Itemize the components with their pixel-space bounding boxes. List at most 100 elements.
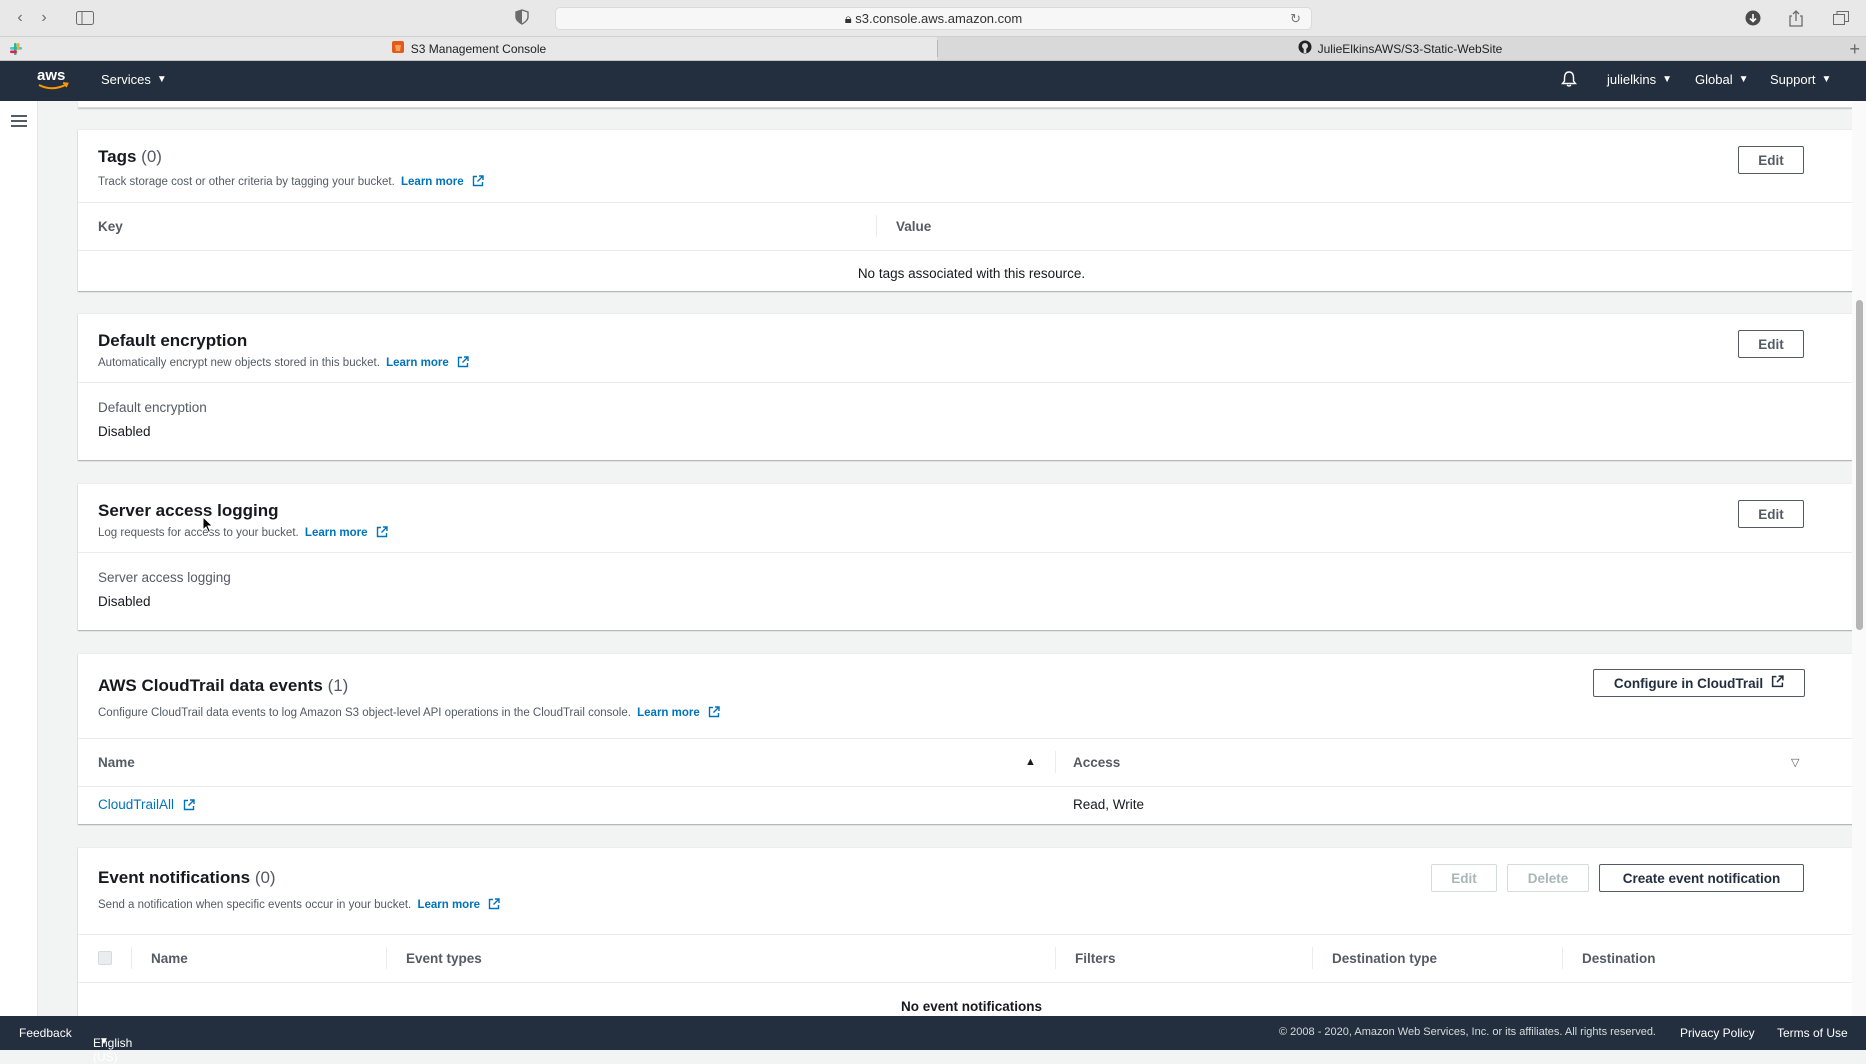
configure-cloudtrail-button[interactable]: Configure in CloudTrail (1593, 669, 1805, 697)
external-link-icon[interactable] (457, 356, 469, 368)
downloads-icon[interactable] (1740, 8, 1766, 28)
column-key[interactable]: Key (98, 202, 123, 250)
cloudtrail-card: AWS CloudTrail data events (1) Configure… (78, 654, 1858, 824)
button-label: Edit (1758, 152, 1784, 168)
tags-edit-button[interactable]: Edit (1738, 146, 1804, 174)
card-header: Server access logging Log requests for a… (78, 484, 1858, 553)
card-description: Configure CloudTrail data events to log … (98, 706, 720, 719)
slack-icon[interactable] (8, 41, 24, 57)
user-label: julielkins (1607, 72, 1657, 87)
encryption-edit-button[interactable]: Edit (1738, 330, 1804, 358)
column-name[interactable]: Name (151, 934, 188, 982)
description-text: Track storage cost or other criteria by … (98, 176, 395, 188)
cloudtrail-table-header: Name ▲ Access ▽ (78, 738, 1858, 787)
share-icon[interactable] (1783, 8, 1809, 28)
logging-edit-button[interactable]: Edit (1738, 500, 1804, 528)
description-text: Configure CloudTrail data events to log … (98, 707, 631, 719)
feedback-link[interactable]: Feedback (19, 1026, 72, 1040)
s3-favicon-icon (391, 40, 405, 57)
card-title: Tags (0) (98, 147, 162, 167)
event-notifications-card: Event notifications (0) Send a notificat… (78, 848, 1858, 1016)
reload-icon[interactable]: ↻ (1290, 8, 1301, 29)
button-label: Edit (1451, 870, 1477, 886)
back-icon[interactable]: ‹ (9, 8, 31, 28)
card-title: Default encryption (98, 331, 248, 350)
column-destination-type[interactable]: Destination type (1332, 934, 1437, 982)
count-text: (1) (327, 676, 349, 695)
button-label: Create event notification (1622, 870, 1781, 886)
sort-descending-icon[interactable]: ▽ (1791, 738, 1799, 786)
forward-icon[interactable]: › (33, 8, 55, 28)
lock-icon: 🔒︎ (844, 11, 856, 26)
learn-more-link[interactable]: Learn more (417, 899, 480, 911)
encryption-field-value: Disabled (98, 424, 151, 439)
create-event-notification-button[interactable]: Create event notification (1599, 864, 1804, 892)
external-link-icon[interactable] (472, 175, 484, 187)
notifications-bell-icon[interactable] (1560, 70, 1578, 88)
previous-card-edge (78, 101, 1858, 108)
column-value[interactable]: Value (896, 202, 931, 250)
support-menu[interactable]: Support ▼ (1770, 72, 1831, 87)
menu-icon[interactable] (11, 115, 27, 127)
row-access: Read, Write (1073, 797, 1145, 812)
card-description: Send a notification when specific events… (98, 898, 500, 911)
column-separator (131, 947, 132, 969)
column-separator (1562, 947, 1563, 969)
learn-more-link[interactable]: Learn more (401, 176, 464, 188)
user-menu[interactable]: julielkins ▼ (1607, 72, 1672, 87)
column-destination[interactable]: Destination (1582, 934, 1656, 982)
services-menu[interactable]: Services ▼ (101, 72, 167, 87)
events-delete-button[interactable]: Delete (1507, 864, 1589, 892)
table-row: CloudTrailAll Read, Write (78, 787, 1858, 824)
url-text: s3.console.aws.amazon.com (855, 11, 1023, 26)
button-label: Edit (1758, 336, 1784, 352)
sort-ascending-icon[interactable]: ▲ (1025, 738, 1036, 786)
tab-s3-console[interactable]: S3 Management Console (0, 37, 937, 60)
tab-github[interactable]: JulieElkinsAWS/S3-Static-WebSite (938, 37, 1862, 60)
column-name[interactable]: Name (98, 738, 135, 786)
copyright-text: © 2008 - 2020, Amazon Web Services, Inc.… (1279, 1026, 1656, 1038)
column-filters[interactable]: Filters (1075, 934, 1116, 982)
learn-more-link[interactable]: Learn more (637, 707, 700, 719)
logging-field-label: Server access logging (98, 570, 231, 585)
external-link-icon[interactable] (488, 898, 500, 910)
learn-more-link[interactable]: Learn more (386, 357, 449, 369)
description-text: Automatically encrypt new objects stored… (98, 357, 380, 369)
encryption-card: Default encryption Automatically encrypt… (78, 314, 1858, 460)
caret-down-icon: ▼ (99, 1036, 109, 1047)
column-access[interactable]: Access (1073, 738, 1120, 786)
title-text: AWS CloudTrail data events (98, 676, 323, 695)
events-edit-button[interactable]: Edit (1431, 864, 1497, 892)
logging-card: Server access logging Log requests for a… (78, 484, 1858, 630)
terms-of-use-link[interactable]: Terms of Use (1777, 1026, 1848, 1040)
address-bar[interactable]: 🔒︎ s3.console.aws.amazon.com ↻ (555, 7, 1312, 30)
card-description: Automatically encrypt new objects stored… (98, 356, 469, 369)
github-icon (1298, 40, 1312, 57)
privacy-policy-link[interactable]: Privacy Policy (1680, 1026, 1755, 1040)
card-title: AWS CloudTrail data events (1) (98, 676, 348, 696)
external-link-icon[interactable] (708, 706, 720, 718)
aws-logo[interactable]: aws (36, 66, 70, 92)
external-link-icon (1771, 675, 1784, 691)
privacy-shield-icon[interactable] (515, 9, 535, 27)
new-tab-icon[interactable]: + (1849, 39, 1860, 60)
scrollbar-thumb[interactable] (1856, 300, 1863, 630)
external-link-icon[interactable] (376, 526, 388, 538)
mouse-cursor-icon (202, 515, 214, 534)
select-all-checkbox[interactable] (98, 934, 112, 982)
tabs-overview-icon[interactable] (1828, 8, 1854, 28)
column-separator (1055, 751, 1056, 773)
tags-table-header: Key Value (78, 202, 1858, 251)
caret-down-icon: ▼ (1662, 74, 1673, 85)
learn-more-link[interactable]: Learn more (305, 527, 368, 539)
tab-label: JulieElkinsAWS/S3-Static-WebSite (1317, 41, 1503, 56)
region-menu[interactable]: Global ▼ (1695, 72, 1748, 87)
caret-down-icon: ▼ (156, 74, 167, 85)
column-separator (1312, 947, 1313, 969)
sidebar-toggle-icon[interactable] (74, 8, 96, 28)
column-event-types[interactable]: Event types (406, 934, 482, 982)
aws-nav-bar: aws Services ▼ julielkins ▼ Global ▼ Sup… (0, 61, 1866, 101)
events-empty-message: No event notifications (900, 999, 1042, 1014)
cloudtrail-name-link[interactable]: CloudTrailAll (98, 797, 195, 812)
tags-card: Tags (0) Track storage cost or other cri… (78, 130, 1858, 291)
